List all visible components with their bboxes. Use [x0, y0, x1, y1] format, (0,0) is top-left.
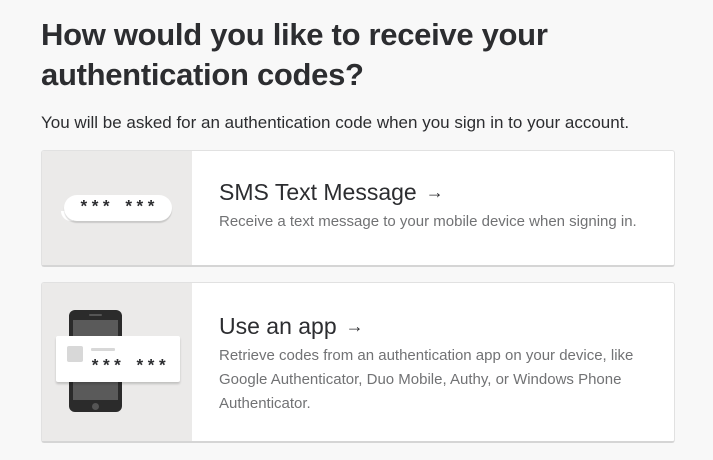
- phone-home-button: [92, 403, 99, 410]
- sms-illustration: *** ***: [42, 151, 192, 265]
- phone-speaker: [89, 314, 102, 316]
- app-option-description: Retrieve codes from an authentication ap…: [219, 347, 634, 412]
- page-title: How would you like to receive your authe…: [41, 17, 548, 92]
- sms-option-description: Receive a text message to your mobile de…: [219, 213, 637, 230]
- app-code-text: *** ***: [90, 358, 169, 377]
- arrow-right-icon: →: [345, 316, 364, 336]
- app-illustration: *** ***: [42, 283, 192, 441]
- app-option-title-text: Use an app: [219, 313, 337, 339]
- sms-option-card[interactable]: *** *** SMS Text Message → Receive a tex…: [41, 150, 675, 267]
- sms-option-title[interactable]: SMS Text Message →: [219, 177, 637, 207]
- app-option-content: Use an app → Retrieve codes from an auth…: [192, 283, 674, 441]
- app-option-title[interactable]: Use an app →: [219, 311, 658, 341]
- app-card-checkbox-shape: [67, 346, 83, 362]
- sms-option-title-text: SMS Text Message: [219, 179, 417, 205]
- page-subtitle: You will be asked for an authentication …: [41, 113, 630, 132]
- app-option-card[interactable]: *** *** Use an app → Retrieve codes from…: [41, 282, 675, 443]
- sms-option-content: SMS Text Message → Receive a text messag…: [192, 151, 653, 265]
- app-card-line-shape: [91, 348, 115, 351]
- sms-bubble-icon: *** ***: [64, 195, 172, 221]
- app-code-card-icon: *** ***: [56, 336, 180, 382]
- arrow-right-icon: →: [425, 182, 444, 202]
- sms-code-text: *** ***: [78, 198, 158, 218]
